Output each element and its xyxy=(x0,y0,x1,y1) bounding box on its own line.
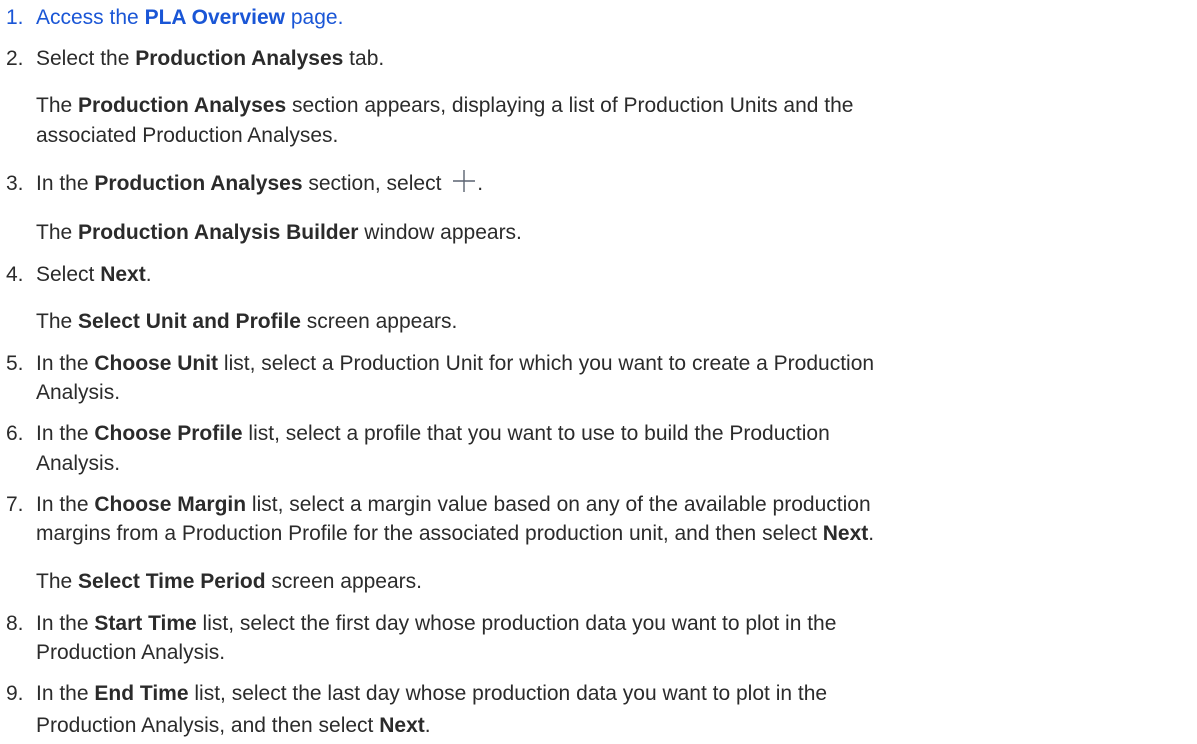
step-number: 7. xyxy=(6,492,24,516)
result-text: The Production Analyses section appears,… xyxy=(36,94,854,118)
step-number: 1. xyxy=(6,5,24,29)
result-text: associated Production Analyses. xyxy=(36,123,339,147)
result-text: The Select Unit and Profile screen appea… xyxy=(36,310,458,334)
step-text: Select the Production Analyses tab. xyxy=(36,46,385,70)
step-text: In the Production Analyses section, sele… xyxy=(36,168,483,200)
step-text: Analysis. xyxy=(36,381,121,405)
step-number: 2. xyxy=(6,46,24,70)
procedure-document: 1. Access the PLA Overview page. 2. Sele… xyxy=(0,0,1197,744)
step-number: 4. xyxy=(6,262,24,286)
step-text: In the Start Time list, select the first… xyxy=(36,611,837,635)
step-text: Production Analysis. xyxy=(36,640,226,664)
step-text: In the End Time list, select the last da… xyxy=(36,682,828,705)
step-number: 9. xyxy=(6,682,24,705)
pla-overview-link[interactable]: Access the PLA Overview page. xyxy=(36,2,343,34)
step-number: 6. xyxy=(6,422,24,446)
step-text: In the Choose Profile list, select a pro… xyxy=(36,422,830,446)
result-text: The Production Analysis Builder window a… xyxy=(36,220,522,244)
step-text: Analysis. xyxy=(36,451,121,475)
step-text: In the Choose Unit list, select a Produc… xyxy=(36,352,875,376)
step-number: 3. xyxy=(6,172,24,196)
step-text: In the Choose Margin list, select a marg… xyxy=(36,492,871,516)
step-number: 5. xyxy=(6,352,24,376)
step-text: margins from a Production Profile for th… xyxy=(36,522,875,546)
plus-icon xyxy=(451,168,477,194)
step-text: Production Analysis, and then select Nex… xyxy=(36,714,431,737)
step-text: Select Next. xyxy=(36,262,152,286)
step-number: 8. xyxy=(6,611,24,635)
result-text: The Select Time Period screen appears. xyxy=(36,569,422,593)
